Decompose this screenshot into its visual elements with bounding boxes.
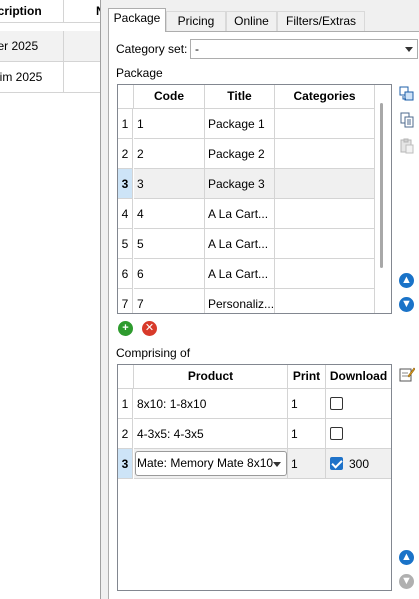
cell-print[interactable]: 1 xyxy=(288,389,326,419)
cell-product: Mate: Memory Mate 8x10 xyxy=(134,449,288,479)
cell-categories[interactable] xyxy=(275,109,375,139)
cell-title[interactable]: Package 3 xyxy=(205,169,275,199)
add-icon[interactable]: + xyxy=(118,321,133,336)
cell-code[interactable]: 4 xyxy=(134,199,205,229)
move-down-icon[interactable]: ▼ xyxy=(399,574,414,589)
download-checkbox[interactable] xyxy=(330,397,343,410)
left-list-header: scription N xyxy=(0,0,100,23)
row-number[interactable]: 3 xyxy=(118,449,133,479)
column-header-code[interactable]: Code xyxy=(134,85,205,109)
download-checkbox[interactable] xyxy=(330,457,343,470)
row-number[interactable]: 5 xyxy=(118,229,133,259)
column-divider xyxy=(63,62,64,92)
tab-filters-extras[interactable]: Filters/Extras xyxy=(277,11,365,31)
paste-icon[interactable] xyxy=(399,138,415,154)
category-set-value: - xyxy=(195,42,199,56)
left-list-panel: scription N ffer 2025 wim 2025 xyxy=(0,0,101,599)
copy-icon[interactable] xyxy=(399,112,415,128)
row-number[interactable]: 4 xyxy=(118,199,133,229)
cell-categories[interactable] xyxy=(275,229,375,259)
cell-title[interactable]: Package 1 xyxy=(205,109,275,139)
column-header-product[interactable]: Product xyxy=(134,365,288,389)
edit-icon[interactable] xyxy=(399,366,416,382)
list-item-description: ffer 2025 xyxy=(0,39,39,53)
row-number[interactable]: 1 xyxy=(118,389,133,419)
column-header-categories[interactable]: Categories xyxy=(275,85,375,109)
move-up-icon[interactable]: ▲ xyxy=(399,273,414,288)
chevron-down-icon xyxy=(405,47,413,52)
list-item[interactable]: ffer 2025 xyxy=(0,31,100,62)
comprising-grid: Product Print Download 1 8x10: 1-8x10 1 … xyxy=(117,364,392,591)
comprising-of-label: Comprising of xyxy=(116,346,191,360)
row-header-corner xyxy=(118,85,134,109)
copy-link-icon[interactable] xyxy=(399,86,415,102)
cell-code[interactable]: 6 xyxy=(134,259,205,289)
tab-online[interactable]: Online xyxy=(226,11,277,31)
row-number[interactable]: 1 xyxy=(118,109,133,139)
row-header-corner xyxy=(118,365,134,389)
cell-download xyxy=(326,419,391,449)
package-section-label: Package xyxy=(116,66,163,80)
cell-title[interactable]: A La Cart... xyxy=(205,229,275,259)
cell-product[interactable]: 8x10: 1-8x10 xyxy=(134,389,288,419)
column-header-n[interactable]: N xyxy=(96,0,100,23)
cell-product[interactable]: 4-3x5: 4-3x5 xyxy=(134,419,288,449)
cell-categories[interactable] xyxy=(275,289,375,313)
list-item-description: wim 2025 xyxy=(0,70,43,84)
category-set-label: Category set: xyxy=(116,42,188,56)
cell-categories[interactable] xyxy=(275,139,375,169)
cell-categories[interactable] xyxy=(275,259,375,289)
cell-title[interactable]: Personaliz... xyxy=(205,289,275,313)
cell-categories[interactable] xyxy=(275,169,375,199)
move-up-icon[interactable]: ▲ xyxy=(399,550,414,565)
cell-title[interactable]: A La Cart... xyxy=(205,259,275,289)
tab-pricing[interactable]: Pricing xyxy=(166,11,226,31)
package-grid: Code Title Categories 1 1 Package 1 2 2 … xyxy=(117,84,392,314)
row-number[interactable]: 6 xyxy=(118,259,133,289)
cell-download xyxy=(326,389,391,419)
row-number[interactable]: 3 xyxy=(118,169,133,199)
product-dropdown-value: Mate: Memory Mate 8x10 xyxy=(137,456,274,470)
column-header-title[interactable]: Title xyxy=(205,85,275,109)
cell-code[interactable]: 2 xyxy=(134,139,205,169)
cell-code[interactable]: 3 xyxy=(134,169,205,199)
cell-code[interactable]: 1 xyxy=(134,109,205,139)
delete-icon[interactable]: ✕ xyxy=(142,321,157,336)
cell-categories[interactable] xyxy=(275,199,375,229)
move-down-icon[interactable]: ▼ xyxy=(399,297,414,312)
chevron-down-icon xyxy=(273,462,281,467)
list-item[interactable]: wim 2025 xyxy=(0,62,100,93)
product-dropdown[interactable]: Mate: Memory Mate 8x10 xyxy=(135,451,287,476)
column-divider xyxy=(63,0,64,23)
cell-print[interactable]: 1 xyxy=(288,449,326,479)
cell-title[interactable]: A La Cart... xyxy=(205,199,275,229)
cell-code[interactable]: 5 xyxy=(134,229,205,259)
cell-print[interactable]: 1 xyxy=(288,419,326,449)
row-number[interactable]: 7 xyxy=(118,289,133,313)
category-set-dropdown[interactable]: - xyxy=(190,39,418,59)
tab-package[interactable]: Package xyxy=(108,8,166,32)
download-size: 300 xyxy=(349,457,370,471)
column-header-print[interactable]: Print xyxy=(288,365,326,389)
package-grid-scrollbar[interactable] xyxy=(380,103,383,268)
cell-download: 300 xyxy=(326,449,391,479)
cell-title[interactable]: Package 2 xyxy=(205,139,275,169)
column-header-download[interactable]: Download xyxy=(326,365,391,389)
column-divider xyxy=(63,31,64,61)
download-checkbox[interactable] xyxy=(330,427,343,440)
row-number[interactable]: 2 xyxy=(118,139,133,169)
row-number[interactable]: 2 xyxy=(118,419,133,449)
cell-code[interactable]: 7 xyxy=(134,289,205,313)
column-header-description[interactable]: scription xyxy=(0,0,42,23)
